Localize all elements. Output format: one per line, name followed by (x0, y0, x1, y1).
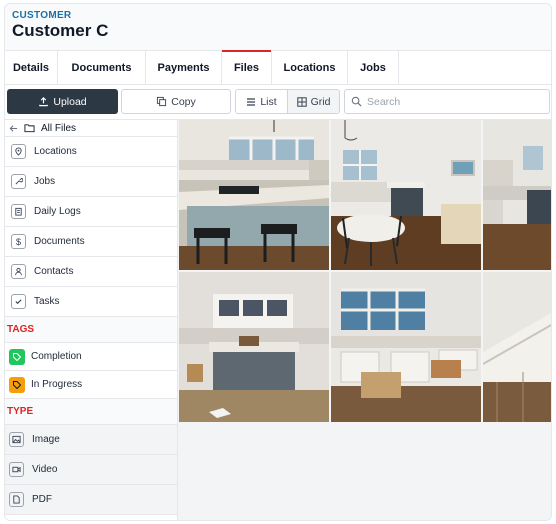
files-toolbar: Upload Copy List Grid (5, 85, 551, 120)
copy-button[interactable]: Copy (121, 89, 231, 114)
sidebar-item-documents[interactable]: $ Documents (5, 227, 177, 257)
page-title: Customer C (12, 21, 109, 40)
tab-files[interactable]: Files (222, 50, 272, 85)
tab-locations[interactable]: Locations (272, 51, 348, 85)
tab-jobs[interactable]: Jobs (348, 51, 399, 85)
entity-type-label: CUSTOMER (12, 10, 72, 21)
search-icon (351, 96, 362, 107)
sidebar-item-daily-logs[interactable]: Daily Logs (5, 197, 177, 227)
tag-label: Completion (31, 351, 82, 362)
tag-icon (9, 348, 25, 365)
tab-documents[interactable]: Documents (58, 51, 146, 85)
upload-icon (39, 96, 49, 107)
type-filter-label: Image (32, 434, 60, 445)
tab-payments[interactable]: Payments (146, 51, 222, 85)
type-filter-video[interactable]: Video (5, 455, 177, 485)
checkbox-icon (11, 294, 26, 309)
tag-completion[interactable]: Completion (5, 343, 177, 371)
grid-view-label: Grid (310, 95, 331, 108)
grid-icon (296, 96, 307, 107)
search-input[interactable] (367, 95, 537, 108)
sidebar-item-label: Contacts (34, 266, 74, 277)
upload-label: Upload (53, 95, 87, 108)
file-thumbnail[interactable] (331, 120, 481, 270)
view-toggle: List Grid (235, 89, 340, 114)
sidebar-item-label: Tasks (34, 296, 60, 307)
file-thumbnail[interactable] (483, 272, 551, 422)
app-window: CUSTOMER Customer C Details Documents Pa… (4, 3, 552, 521)
grid-view-button[interactable]: Grid (287, 90, 339, 113)
tag-icon (9, 376, 25, 393)
sidebar-item-locations[interactable]: Locations (5, 137, 177, 167)
list-icon (247, 97, 256, 106)
tag-label: In Progress (31, 379, 83, 390)
copy-label: Copy (171, 95, 196, 108)
dollar-icon: $ (11, 234, 26, 249)
upload-button[interactable]: Upload (7, 89, 118, 114)
file-grid (179, 120, 551, 520)
file-thumbnail[interactable] (483, 120, 551, 270)
sidebar-item-tasks[interactable]: Tasks (5, 287, 177, 317)
sidebar-item-label: Locations (34, 146, 77, 157)
type-heading: TYPE (5, 399, 177, 425)
tab-bar: Details Documents Payments Files Locatio… (5, 50, 551, 85)
type-filter-image[interactable]: Image (5, 425, 177, 455)
sidebar-item-contacts[interactable]: Contacts (5, 257, 177, 287)
clipboard-icon (11, 204, 26, 219)
tab-details[interactable]: Details (5, 51, 58, 85)
tags-heading: TAGS (5, 317, 177, 343)
person-icon (11, 264, 26, 279)
arrow-left-icon[interactable] (9, 124, 18, 133)
file-thumbnail[interactable] (179, 120, 329, 270)
tag-in-progress[interactable]: In Progress (5, 371, 177, 399)
list-view-label: List (260, 95, 277, 108)
file-thumbnail[interactable] (331, 272, 481, 422)
sidebar-item-label: Daily Logs (34, 206, 81, 217)
sidebar-item-jobs[interactable]: Jobs (5, 167, 177, 197)
sidebar-item-label: Documents (34, 236, 85, 247)
all-files-link[interactable]: All Files (5, 120, 177, 137)
image-icon (9, 432, 24, 447)
file-thumbnail[interactable] (179, 272, 329, 422)
list-view-button[interactable]: List (236, 90, 287, 113)
type-filter-label: PDF (32, 494, 52, 505)
type-filter-pdf[interactable]: PDF (5, 485, 177, 515)
type-filter-label: Video (32, 464, 58, 475)
folder-icon (24, 124, 35, 133)
page-header: CUSTOMER Customer C (5, 4, 551, 50)
sidebar-item-label: Jobs (34, 176, 56, 187)
video-icon (9, 462, 24, 477)
file-filter-sidebar: All Files Locations Jobs Daily Logs $ Do… (5, 120, 178, 520)
copy-icon (157, 96, 167, 107)
location-pin-icon (11, 144, 26, 159)
search-box (344, 89, 550, 114)
pdf-icon (9, 492, 24, 507)
wrench-icon (11, 174, 26, 189)
all-files-label: All Files (41, 122, 77, 134)
